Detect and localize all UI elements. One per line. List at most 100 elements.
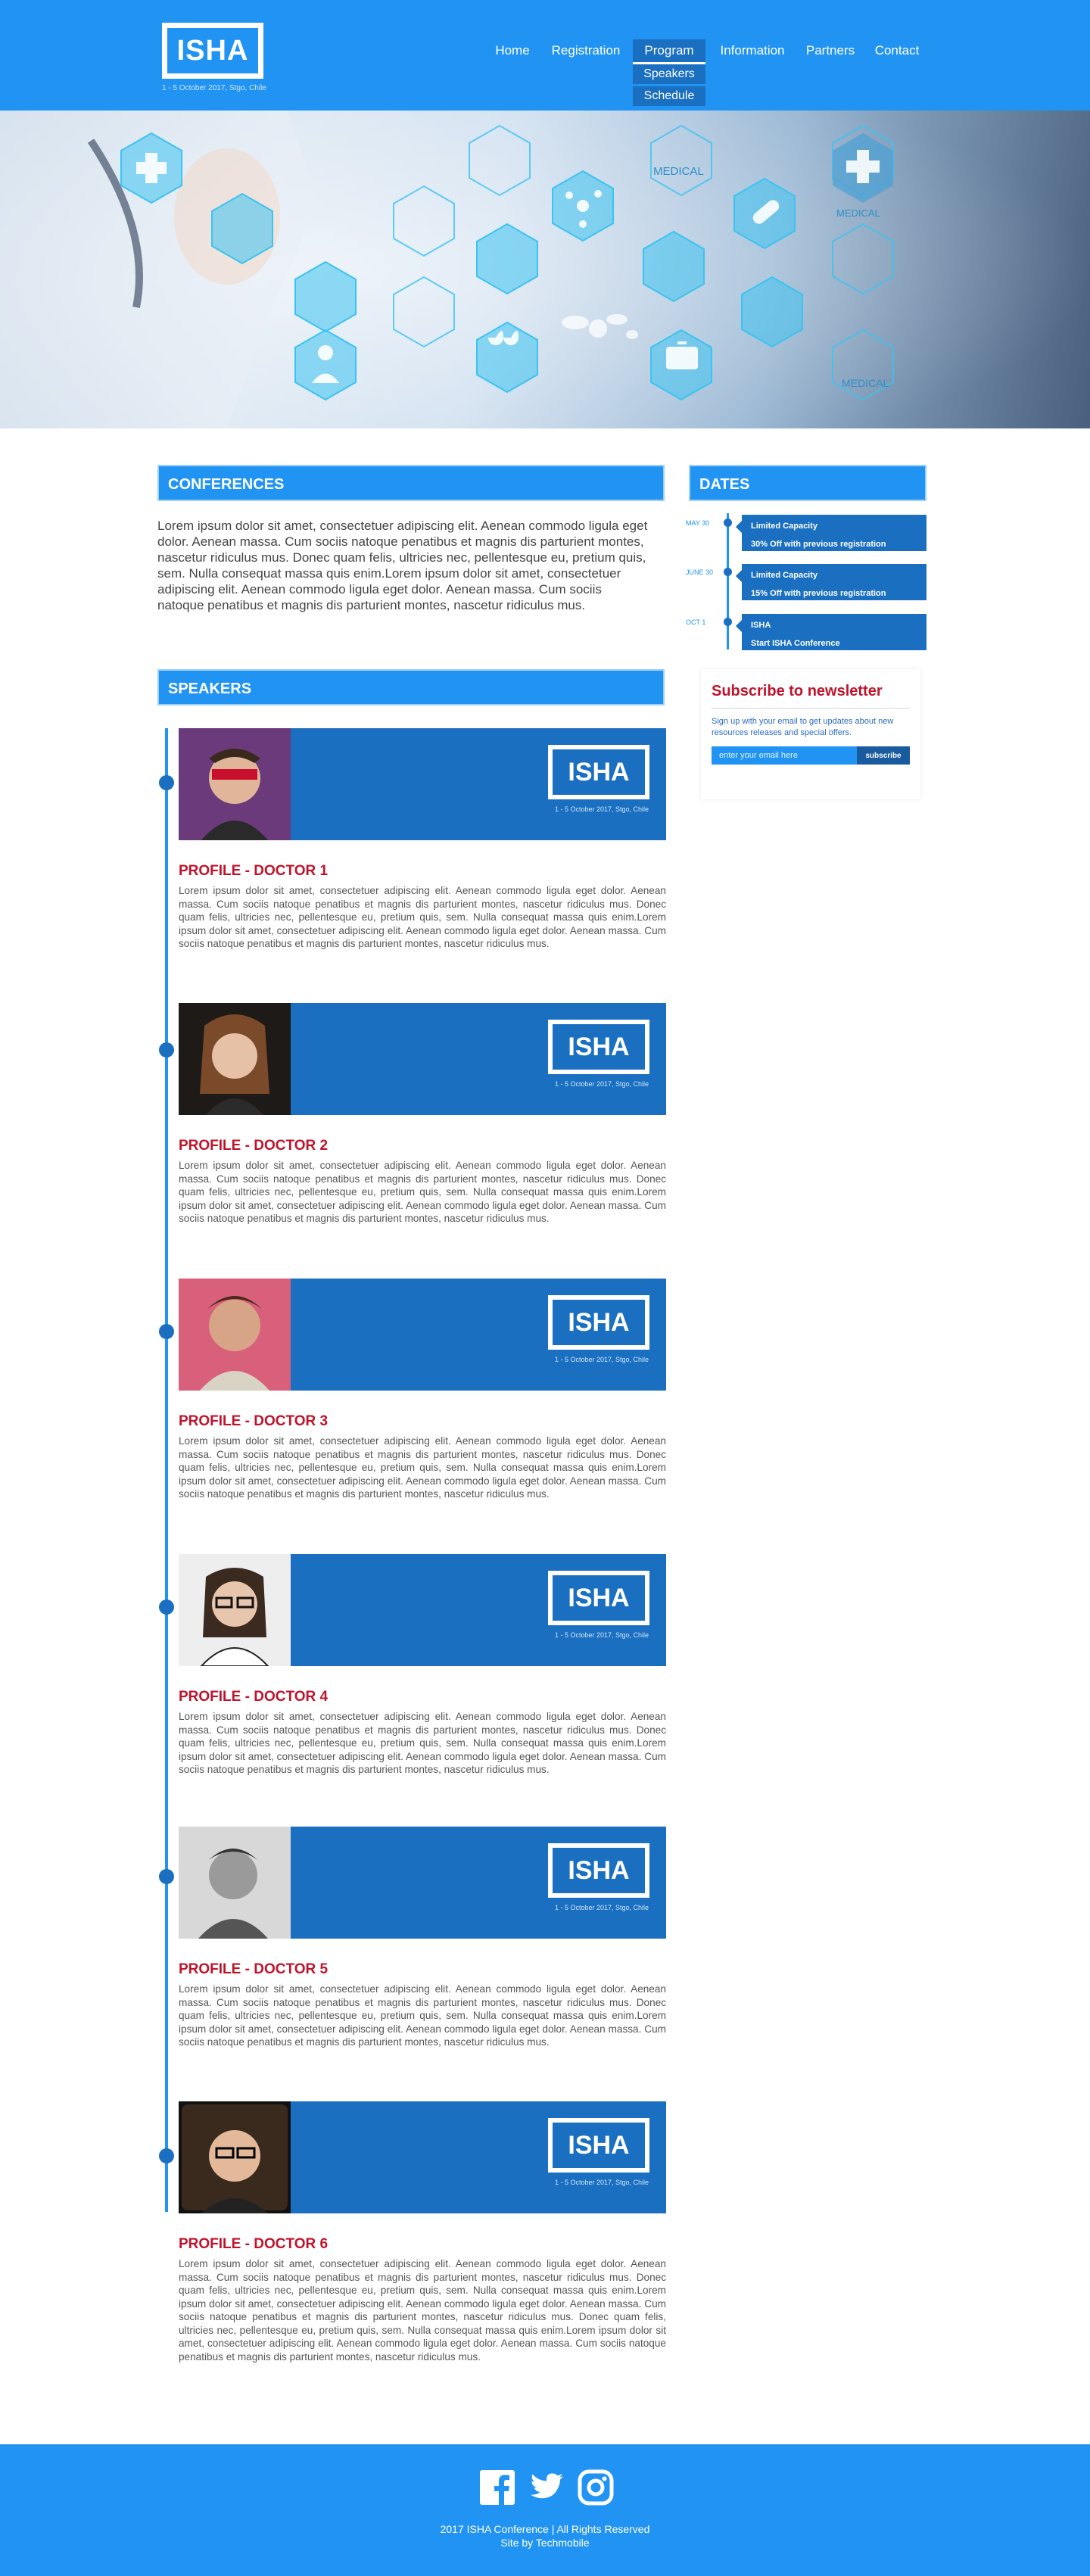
logo-text: ISHA <box>176 34 249 67</box>
date-card: Limited Capacity 15% Off with previous r… <box>736 564 926 600</box>
date-card: ISHA Start ISHA Conference <box>736 614 926 650</box>
newsletter-form: subscribe <box>712 746 910 765</box>
speaker-card: ISHA 1 - 5 October 2017, Stgo, Chile PRO… <box>157 1827 666 2069</box>
speaker-bio: Lorem ipsum dolor sit amet, consectetuer… <box>179 2258 666 2363</box>
speaker-name[interactable]: PROFILE - DOCTOR 3 <box>179 1413 328 1430</box>
submenu-schedule[interactable]: Schedule <box>633 86 705 106</box>
speaker-bio: Lorem ipsum dolor sit amet, consectetuer… <box>179 1983 666 2048</box>
speaker-banner: ISHA 1 - 5 October 2017, Stgo, Chile <box>179 1279 666 1391</box>
banner-logo-subtitle: 1 - 5 October 2017, Stgo, Chile <box>554 805 649 813</box>
hero-label-medical-1: MEDICAL <box>653 165 704 178</box>
speaker-photo <box>179 1279 291 1391</box>
banner-logo-subtitle: 1 - 5 October 2017, Stgo, Chile <box>554 1631 649 1639</box>
submenu-speakers[interactable]: Speakers <box>633 64 705 84</box>
speaker-name[interactable]: PROFILE - DOCTOR 2 <box>179 1138 328 1154</box>
date-label: OCT 1 <box>686 618 706 626</box>
speaker-bio: Lorem ipsum dolor sit amet, consectetuer… <box>179 1711 666 1775</box>
site-logo[interactable]: ISHA <box>162 23 263 79</box>
speaker-banner: ISHA 1 - 5 October 2017, Stgo, Chile <box>179 2101 666 2213</box>
banner-logo: ISHA <box>548 745 649 799</box>
hero-label-medical-3: MEDICAL <box>842 377 889 389</box>
logo-subtitle: 1 - 5 October 2017, Stgo, Chile <box>162 84 266 92</box>
date-dot <box>724 618 732 626</box>
speaker-card: ISHA 1 - 5 October 2017, Stgo, Chile PRO… <box>157 1554 666 1796</box>
speaker-photo <box>179 2101 291 2213</box>
banner-logo-text: ISHA <box>568 2130 630 2160</box>
speaker-banner: ISHA 1 - 5 October 2017, Stgo, Chile <box>179 728 666 840</box>
newsletter-box: Subscribe to newsletter Sign up with you… <box>701 669 920 799</box>
banner-logo-text: ISHA <box>568 1855 630 1885</box>
nav-contact[interactable]: Contact <box>870 39 923 62</box>
speaker-card: ISHA 1 - 5 October 2017, Stgo, Chile PRO… <box>157 1279 666 1521</box>
speaker-bio: Lorem ipsum dolor sit amet, consectetuer… <box>179 1160 666 1224</box>
newsletter-description: Sign up with your email to get updates a… <box>712 717 894 737</box>
date-card-title: ISHA <box>751 621 771 630</box>
speakers-heading: SPEAKERS <box>157 669 665 706</box>
banner-logo-text: ISHA <box>568 757 630 787</box>
speaker-banner: ISHA 1 - 5 October 2017, Stgo, Chile <box>179 1554 666 1666</box>
date-label: MAY 30 <box>686 519 710 527</box>
social-links <box>478 2469 615 2506</box>
timeline-dot <box>159 1869 174 1884</box>
main-nav: Home Registration Program Information Pa… <box>484 39 939 106</box>
timeline-dot <box>159 1324 174 1339</box>
speaker-name[interactable]: PROFILE - DOCTOR 1 <box>179 863 328 880</box>
speaker-banner: ISHA 1 - 5 October 2017, Stgo, Chile <box>179 1827 666 1939</box>
speaker-bio: Lorem ipsum dolor sit amet, consectetuer… <box>179 1435 666 1500</box>
facebook-icon[interactable] <box>478 2469 516 2506</box>
banner-logo-subtitle: 1 - 5 October 2017, Stgo, Chile <box>554 1904 649 1911</box>
nav-home[interactable]: Home <box>489 39 536 62</box>
speaker-banner: ISHA 1 - 5 October 2017, Stgo, Chile <box>179 1003 666 1115</box>
conferences-heading: CONFERENCES <box>157 465 665 501</box>
banner-logo-text: ISHA <box>568 1032 630 1061</box>
hero-label-medical-2: MEDICAL <box>836 207 880 219</box>
date-dot <box>724 519 732 527</box>
banner-logo-subtitle: 1 - 5 October 2017, Stgo, Chile <box>554 1080 649 1088</box>
nav-partners[interactable]: Partners <box>801 39 860 62</box>
hero-illustration: MEDICAL MEDICAL MEDICAL <box>0 111 1090 428</box>
instagram-icon[interactable] <box>577 2469 615 2506</box>
hero-banner: MEDICAL MEDICAL MEDICAL <box>0 111 1090 428</box>
date-card: Limited Capacity 30% Off with previous r… <box>736 515 926 551</box>
site-footer: 2017 ISHA Conference | All Rights Reserv… <box>0 2444 1090 2576</box>
banner-logo-text: ISHA <box>568 1307 630 1337</box>
copyright-text: 2017 ISHA Conference | All Rights Reserv… <box>440 2523 650 2535</box>
site-header: ISHA 1 - 5 October 2017, Stgo, Chile Hom… <box>0 0 1090 111</box>
dates-timeline <box>727 513 729 649</box>
speaker-name[interactable]: PROFILE - DOCTOR 6 <box>179 2236 328 2253</box>
banner-logo: ISHA <box>548 2118 649 2173</box>
subscribe-button[interactable]: subscribe <box>857 746 910 765</box>
date-card-detail: Start ISHA Conference <box>751 639 840 648</box>
nav-registration[interactable]: Registration <box>547 39 625 62</box>
speaker-photo <box>179 1554 291 1666</box>
banner-logo-text: ISHA <box>568 1583 630 1612</box>
speaker-photo <box>179 1003 291 1115</box>
twitter-icon[interactable] <box>528 2469 565 2506</box>
speaker-photo <box>179 728 291 840</box>
banner-logo-subtitle: 1 - 5 October 2017, Stgo, Chile <box>554 2179 649 2186</box>
banner-logo-subtitle: 1 - 5 October 2017, Stgo, Chile <box>554 1356 649 1363</box>
date-dot <box>724 568 732 576</box>
speaker-photo <box>179 1827 291 1939</box>
newsletter-title: Subscribe to newsletter <box>712 683 910 709</box>
date-card-title: Limited Capacity <box>751 522 818 531</box>
nav-information[interactable]: Information <box>713 39 792 62</box>
date-card-title: Limited Capacity <box>751 571 818 580</box>
timeline-dot <box>159 2148 174 2163</box>
banner-logo: ISHA <box>548 1843 649 1898</box>
conferences-text: Lorem ipsum dolor sit amet, consectetuer… <box>157 519 648 612</box>
speaker-card: ISHA 1 - 5 October 2017, Stgo, Chile PRO… <box>157 2101 666 2363</box>
timeline-dot <box>159 775 174 790</box>
speaker-name[interactable]: PROFILE - DOCTOR 4 <box>179 1689 328 1705</box>
dates-heading: DATES <box>689 465 926 501</box>
newsletter-email-input[interactable] <box>712 746 857 765</box>
credit-text[interactable]: Site by Techmobile <box>0 2536 1090 2550</box>
banner-logo: ISHA <box>548 1020 649 1074</box>
date-card-detail: 30% Off with previous registration <box>751 540 886 549</box>
speaker-card: ISHA 1 - 5 October 2017, Stgo, Chile PRO… <box>157 1003 666 1245</box>
speaker-name[interactable]: PROFILE - DOCTOR 5 <box>179 1961 328 1978</box>
date-label: JUNE 30 <box>686 568 714 576</box>
timeline-dot <box>159 1599 174 1615</box>
banner-logo: ISHA <box>548 1295 649 1350</box>
nav-program[interactable]: Program <box>633 39 705 64</box>
